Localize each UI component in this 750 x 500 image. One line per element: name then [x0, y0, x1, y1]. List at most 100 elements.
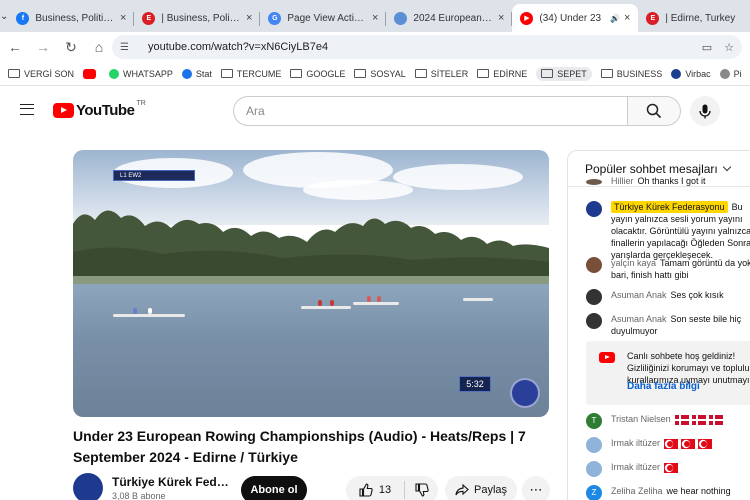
chat-author-avatar[interactable] — [586, 257, 602, 273]
bookmark-item[interactable]: Stat — [181, 68, 212, 79]
audio-playing-icon[interactable]: 🔊 — [610, 14, 620, 23]
chat-author-avatar[interactable] — [586, 437, 602, 453]
close-tab-icon[interactable]: × — [372, 12, 378, 24]
folder-icon — [220, 69, 233, 78]
forward-icon[interactable]: → — [30, 34, 56, 60]
chat-author-avatar[interactable] — [586, 461, 602, 477]
chat-author-avatar[interactable]: T — [586, 413, 602, 429]
address-bar[interactable]: ☰ youtube.com/watch?v=xN6CiyLB7e4 ▭ ☆ — [112, 35, 742, 59]
tab-title: Business, Politics, T — [35, 12, 116, 24]
cast-icon[interactable]: ▭ — [702, 41, 712, 54]
browser-tab[interactable]: E| Edirne, Turkey× — [638, 4, 750, 32]
dislike-button[interactable] — [405, 476, 438, 500]
reload-icon[interactable]: ↻ — [58, 34, 84, 60]
bookmark-item[interactable]: EDİRNE — [477, 69, 527, 79]
youtube-play-icon — [53, 103, 74, 118]
subscribe-button[interactable]: Abone ol — [241, 476, 307, 500]
channel-name[interactable]: Türkiye Kürek Federasyonu — [112, 475, 230, 489]
chat-message[interactable]: Hillier Oh thanks I got it — [586, 176, 750, 187]
country-code: TR — [136, 100, 146, 107]
chat-message[interactable]: Türkiye Kürek Federasyonu Bu yayın yalnız… — [586, 201, 750, 261]
browser-tab[interactable]: G Page View Activity × — [260, 4, 387, 32]
race-timer: 5:32 — [459, 376, 491, 392]
turkey-flag-icon — [681, 438, 696, 449]
chat-author-name[interactable]: Irmak iltüzer — [611, 438, 660, 448]
learn-more-link[interactable]: Daha fazla bilgi — [627, 381, 700, 392]
thumbs-up-icon — [359, 483, 373, 497]
chat-author-name[interactable]: Türkiye Kürek Federasyonu — [611, 201, 728, 213]
tab-favicon-icon: E — [142, 11, 156, 25]
bookmark-item[interactable]: Virbac — [671, 68, 711, 79]
browser-tab[interactable]: E | Business, Politics, T × — [134, 4, 261, 32]
back-icon[interactable]: ← — [2, 34, 28, 60]
chat-author-name[interactable]: yalçın kaya — [611, 258, 656, 268]
bookmark-item[interactable]: BUSINESS — [600, 69, 662, 79]
bookmark-item[interactable]: VERGİ SON — [8, 69, 74, 79]
chat-author-name[interactable]: Asuman Anak — [611, 290, 667, 300]
browser-tab[interactable]: 2024 European Ro × — [386, 4, 513, 32]
bookmark-star-icon[interactable]: ☆ — [724, 41, 734, 54]
share-label: Paylaş — [473, 484, 508, 496]
share-arrow-icon — [455, 484, 469, 496]
chat-message[interactable]: yalçın kaya Tamam görüntü da yok bari, fi… — [586, 257, 750, 281]
chat-author-name[interactable]: Tristan Nielsen — [611, 414, 671, 424]
voice-search-button[interactable] — [690, 96, 720, 126]
chat-message[interactable]: Z Zeliha Zeliha we hear nothing — [586, 485, 750, 500]
menu-icon[interactable] — [20, 104, 34, 115]
bookmark-item[interactable]: GOOGLE — [290, 69, 345, 79]
search-button[interactable] — [627, 96, 681, 126]
chat-message[interactable]: Irmak iltüzer — [586, 437, 750, 453]
chat-author-avatar[interactable] — [586, 179, 602, 185]
share-button[interactable]: Paylaş — [445, 476, 517, 500]
chat-author-name[interactable]: Irmak iltüzer — [611, 462, 660, 472]
chat-message[interactable]: Asuman Anak Son seste bile hiç duyulmuyor — [586, 313, 750, 337]
chat-author-avatar[interactable] — [586, 289, 602, 305]
more-actions-button[interactable]: ⋯ — [522, 476, 550, 500]
site-info-icon[interactable]: ☰ — [120, 42, 136, 53]
chat-message[interactable]: T Tristan Nielsen — [586, 413, 750, 429]
bookmark-item[interactable]: WHATSAPP — [109, 68, 173, 79]
chat-header-title: Popüler sohbet mesajları — [585, 161, 718, 176]
bookmark-label: Pi — [733, 68, 742, 79]
chat-author-avatar[interactable]: Z — [586, 485, 602, 500]
navigation-bar: ← → ↻ ⌂ ☰ youtube.com/watch?v=xN6CiyLB7e… — [0, 32, 750, 62]
youtube-logo[interactable]: YouTube TR — [53, 100, 146, 119]
close-tab-icon[interactable]: × — [624, 12, 630, 24]
chat-author-name[interactable]: Hillier — [611, 176, 634, 186]
chat-message[interactable]: Irmak iltüzer — [586, 461, 750, 477]
chat-author-name[interactable]: Zeliha Zeliha — [611, 486, 663, 496]
like-button[interactable]: 13 — [346, 476, 404, 500]
whatsapp-icon — [109, 68, 120, 79]
bookmark-item[interactable]: SOSYAL — [354, 68, 406, 79]
logo-text: YouTube — [76, 102, 135, 119]
bookmark-label: SOSYAL — [370, 68, 406, 79]
close-tab-icon[interactable]: × — [498, 12, 504, 24]
browser-tab[interactable]: f Business, Politics, T × — [8, 4, 135, 32]
tab-favicon-icon: E — [646, 11, 660, 25]
close-tab-icon[interactable]: × — [246, 12, 252, 24]
federation-watermark-icon — [510, 378, 540, 408]
bookmark-item[interactable]: TERCUME — [220, 68, 282, 79]
bookmark-item[interactable]: Pi — [719, 68, 742, 79]
chat-author-avatar[interactable] — [586, 313, 602, 329]
chat-message-text: Ses çok kısık — [670, 290, 724, 300]
folder-icon — [8, 69, 20, 78]
bookmark-label: TERCUME — [236, 68, 282, 79]
bookmark-item[interactable] — [83, 68, 100, 79]
bookmark-label: WHATSAPP — [123, 68, 173, 79]
channel-avatar[interactable] — [73, 473, 103, 500]
chat-message[interactable]: Asuman Anak Ses çok kısık — [586, 289, 750, 305]
tab-search-icon[interactable]: ⌄ — [0, 0, 8, 32]
bookmark-item[interactable]: SİTELER — [414, 69, 468, 79]
home-icon[interactable]: ⌂ — [86, 34, 112, 60]
close-tab-icon[interactable]: × — [120, 12, 126, 24]
video-player[interactable]: L1 EW2 5:32 — [73, 150, 549, 417]
browser-tab[interactable]: ▶ (34) Under 23 🔊 × — [512, 4, 639, 32]
tab-title: | Edirne, Turkey — [665, 12, 736, 24]
chat-author-name[interactable]: Asuman Anak — [611, 314, 667, 324]
chat-author-avatar[interactable] — [586, 201, 602, 217]
bookmark-item[interactable]: SEPET — [536, 66, 592, 81]
subscriber-count: 3,08 B abone — [112, 491, 166, 500]
search-input[interactable]: Ara — [233, 96, 627, 126]
tab-title: | Business, Politics, T — [161, 12, 242, 24]
